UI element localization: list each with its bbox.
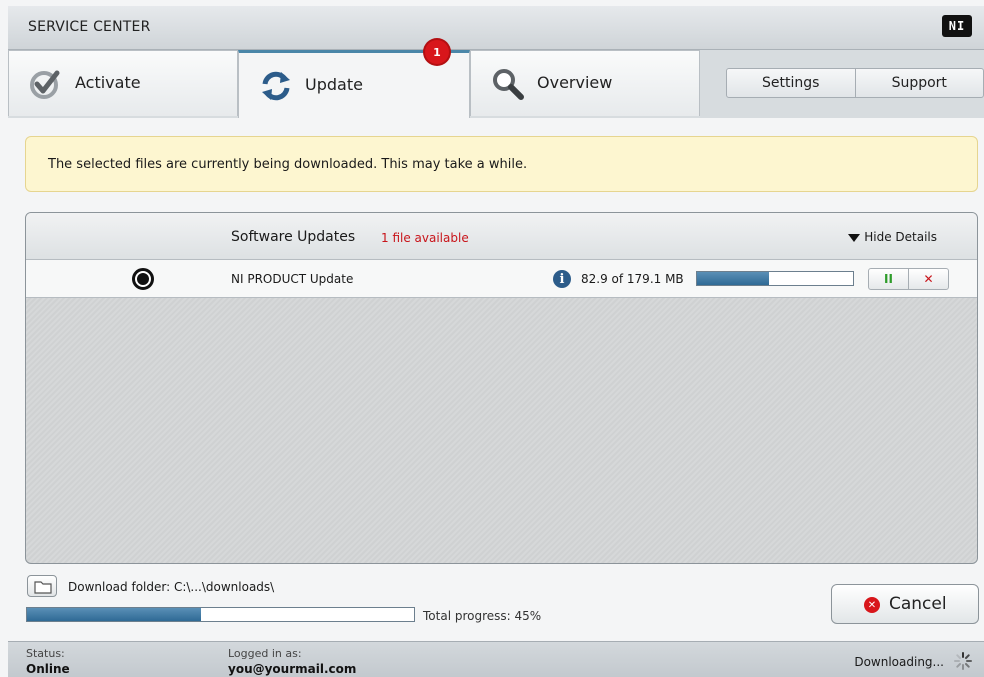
close-icon: ✕ <box>923 272 934 286</box>
status-label: Status: <box>26 647 65 660</box>
hide-details-label: Hide Details <box>864 230 937 244</box>
banner-text: The selected files are currently being d… <box>48 157 528 172</box>
refresh-icon <box>259 69 293 103</box>
app-title: SERVICE CENTER <box>28 19 151 35</box>
total-progress-label: Total progress: 45% <box>423 609 542 623</box>
cancel-button[interactable]: ✕ Cancel <box>831 584 979 624</box>
pause-icon: II <box>884 272 893 286</box>
total-progress-bar <box>26 607 415 622</box>
total-progress-fill <box>27 608 202 621</box>
item-progress-bar <box>696 271 854 286</box>
settings-button[interactable]: Settings <box>727 69 855 97</box>
tab-strip: Activate Update Overview Settings Suppor… <box>8 50 984 118</box>
spinner-icon <box>954 652 972 670</box>
triangle-down-icon <box>848 233 861 242</box>
hide-details-toggle[interactable]: Hide Details <box>848 230 937 244</box>
activity-text: Downloading... <box>854 655 944 669</box>
info-banner: The selected files are currently being d… <box>25 136 978 192</box>
tab-update-label: Update <box>305 75 363 94</box>
updates-panel: Software Updates 1 file available Hide D… <box>25 212 978 564</box>
cancel-label: Cancel <box>889 594 947 614</box>
update-name: NI PRODUCT Update <box>231 272 354 286</box>
user-value: you@yourmail.com <box>228 662 357 676</box>
item-progress-fill <box>697 272 769 285</box>
tab-overview-label: Overview <box>537 73 613 92</box>
user-label: Logged in as: <box>228 647 302 660</box>
tab-activate-label: Activate <box>75 73 141 92</box>
updates-count: 1 file available <box>381 231 469 245</box>
update-row: NI PRODUCT Update i 82.9 of 179.1 MB II … <box>26 260 977 298</box>
updates-title: Software Updates <box>231 229 356 245</box>
update-size: 82.9 of 179.1 MB <box>581 272 684 286</box>
select-radio[interactable] <box>132 268 154 290</box>
download-folder-label: Download folder: C:\...\downloads\ <box>68 580 275 594</box>
support-button[interactable]: Support <box>854 69 984 97</box>
item-controls: II ✕ <box>868 268 949 290</box>
pause-button[interactable]: II <box>869 269 908 289</box>
status-bar: Status: Online Logged in as: you@yourmai… <box>8 641 984 677</box>
folder-icon <box>34 581 52 594</box>
folder-button[interactable] <box>27 575 57 597</box>
tab-activate[interactable]: Activate <box>8 50 238 116</box>
cancel-icon: ✕ <box>864 597 880 613</box>
utility-button-group: Settings Support <box>726 68 984 98</box>
updates-header: Software Updates 1 file available Hide D… <box>26 213 977 260</box>
title-bar: SERVICE CENTER NI <box>8 6 984 50</box>
check-icon <box>29 67 63 101</box>
status-value: Online <box>26 662 70 676</box>
magnifier-icon <box>491 67 525 101</box>
update-count-badge: 1 <box>425 40 449 64</box>
info-icon[interactable]: i <box>553 270 571 288</box>
tab-overview[interactable]: Overview <box>470 50 700 116</box>
ni-logo: NI <box>942 15 972 37</box>
remove-button[interactable]: ✕ <box>908 269 948 289</box>
